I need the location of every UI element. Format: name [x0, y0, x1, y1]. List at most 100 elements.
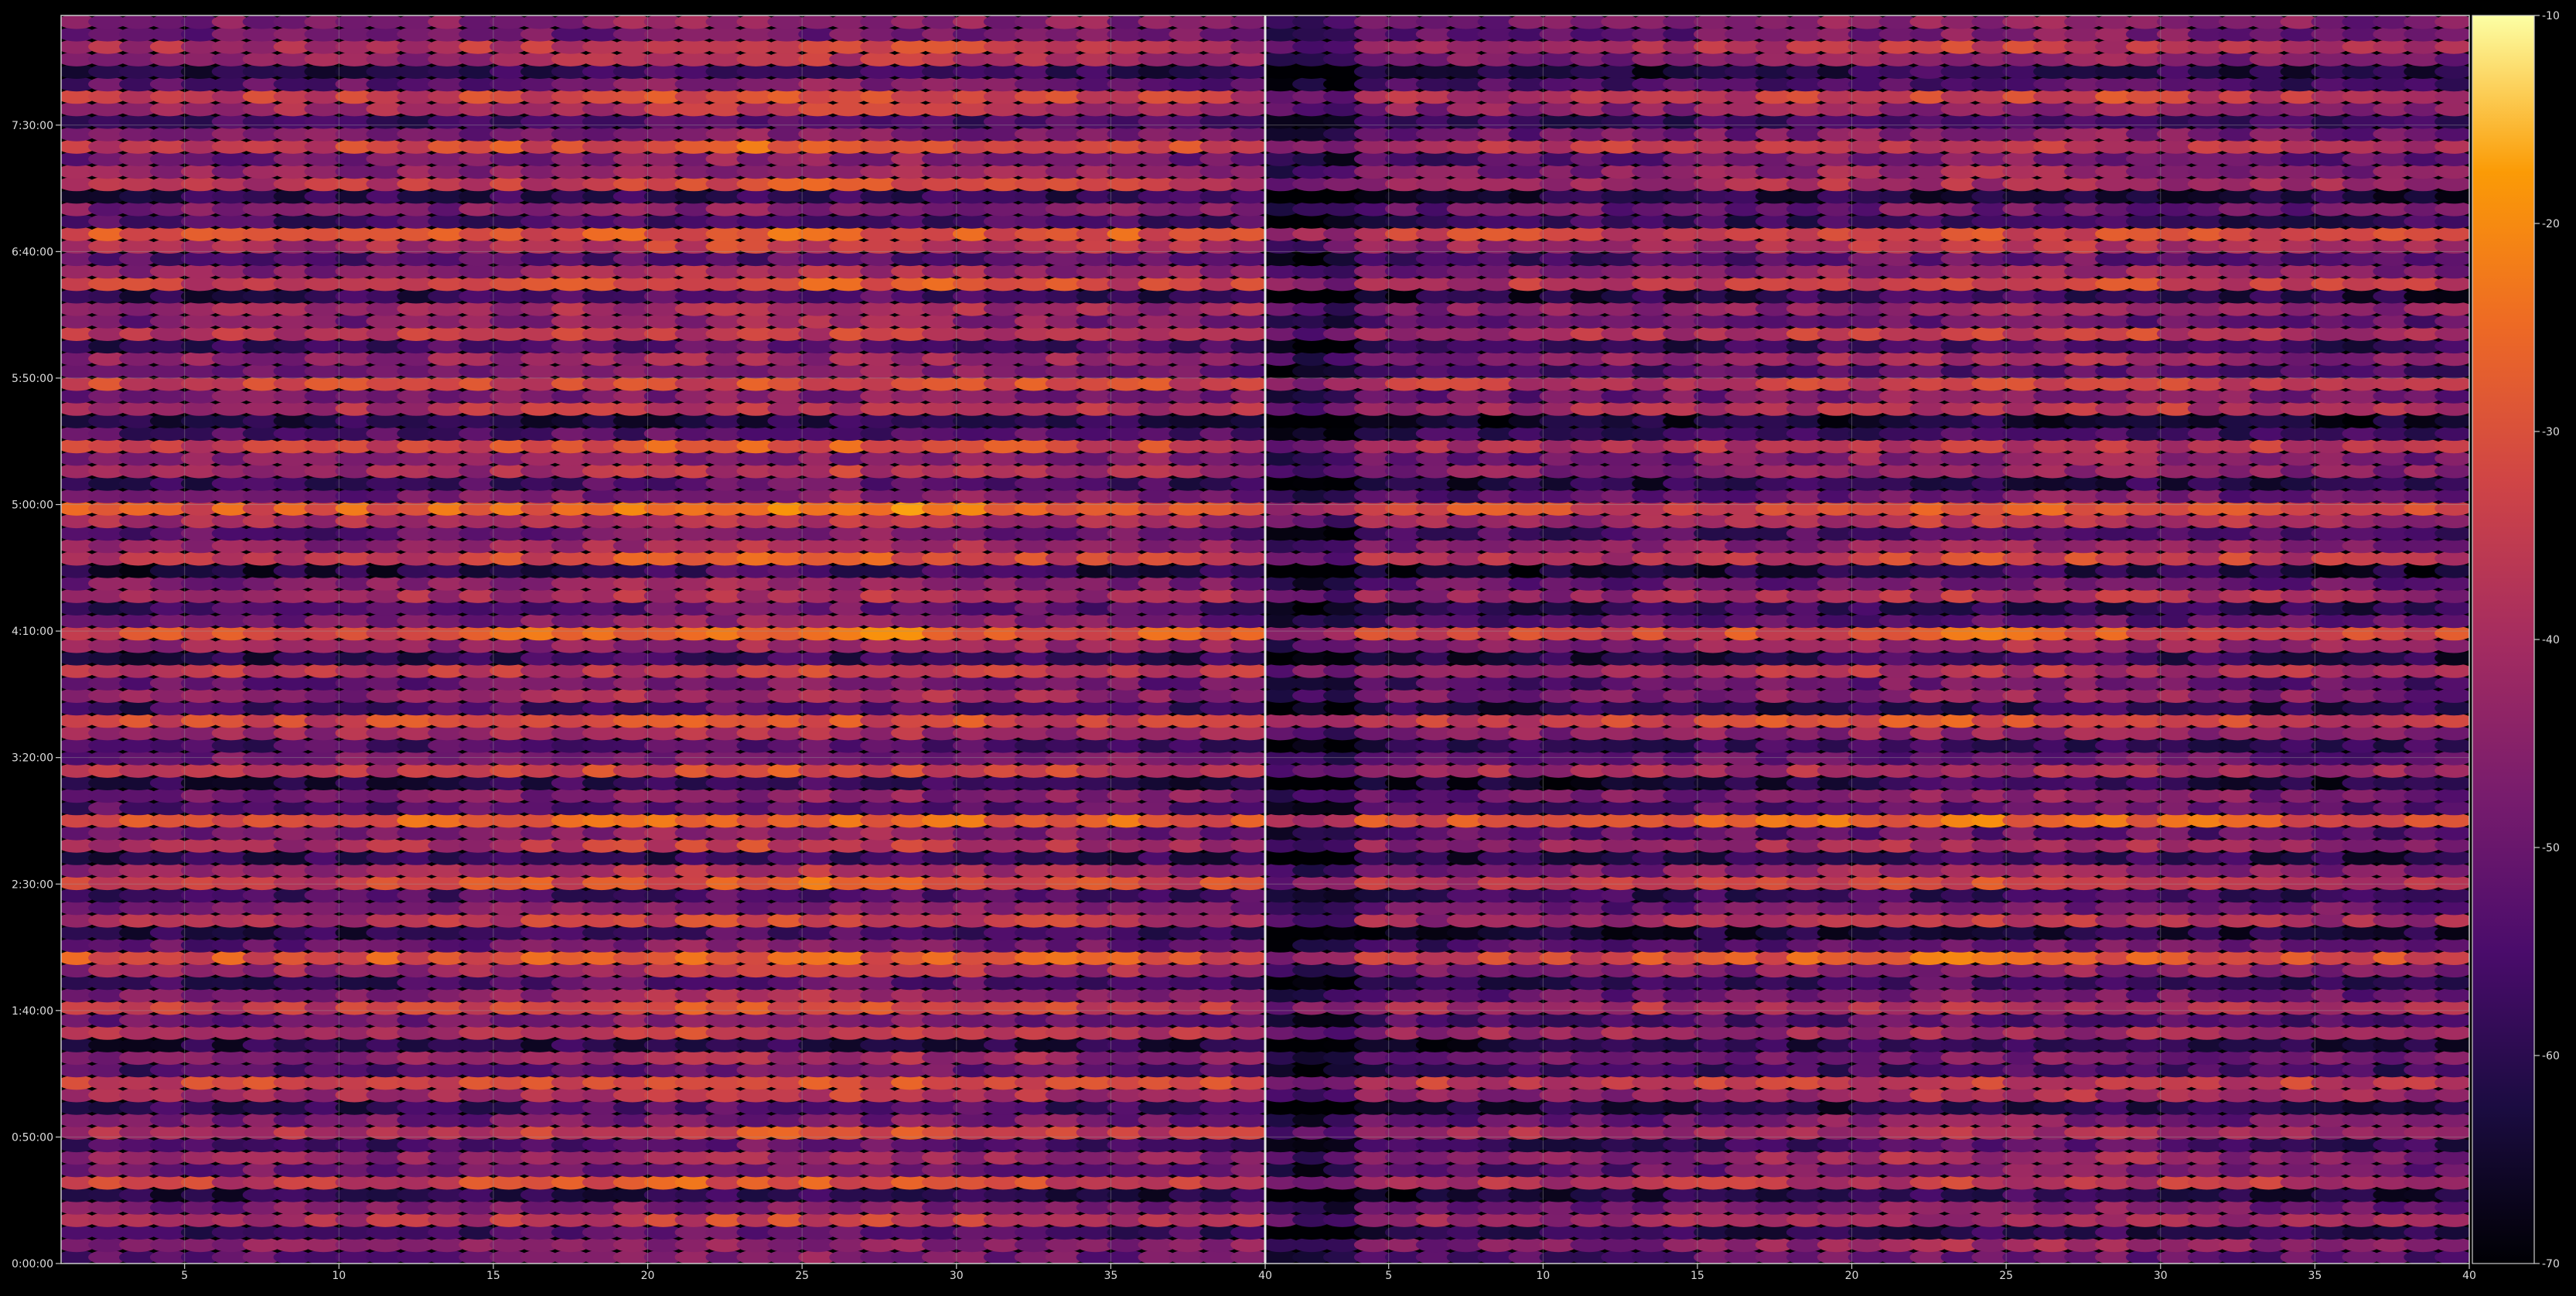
- heat-cell: [1230, 963, 1265, 978]
- heat-cell: [1230, 888, 1265, 903]
- heat-cell: [1230, 288, 1265, 304]
- heat-cell: [1230, 401, 1265, 416]
- heat-cell: [1230, 1200, 1265, 1215]
- heat-cell: [1230, 1150, 1265, 1165]
- heat-cell: [2434, 1200, 2469, 1215]
- heat-cell: [1230, 837, 1265, 853]
- heat-cell: [2434, 1062, 2469, 1078]
- heat-cell: [1230, 26, 1265, 42]
- heat-cell: [1230, 701, 1265, 716]
- heat-cell: [2434, 1250, 2469, 1264]
- heat-cell: [1230, 713, 1265, 728]
- heat-cell: [1230, 438, 1265, 454]
- heat-cell: [1230, 763, 1265, 778]
- heat-cell: [1230, 663, 1265, 678]
- heat-cell: [1230, 1250, 1265, 1264]
- heat-cell: [1230, 738, 1265, 753]
- heat-cell: [1230, 563, 1265, 578]
- heat-cell: [1230, 1237, 1265, 1253]
- heat-cell: [2434, 963, 2469, 978]
- heat-cell: [1230, 975, 1265, 991]
- heatmap-svg: 5 10 15 20 25 30 35 40 5 10 15 20 25 30 35 40 0:00:000:…: [12, 10, 2560, 1282]
- heat-cell: [1230, 501, 1265, 516]
- heat-cell: [1230, 1100, 1265, 1115]
- heat-cell: [1230, 1050, 1265, 1066]
- heat-cell: [1230, 176, 1265, 192]
- heat-cell: [1230, 1062, 1265, 1078]
- heat-cell: [1230, 912, 1265, 928]
- heat-cell: [1230, 1212, 1265, 1227]
- heat-cell: [1230, 276, 1265, 292]
- heat-cell: [1230, 1137, 1265, 1153]
- heat-cell: [1230, 463, 1265, 479]
- heat-cell: [1230, 987, 1265, 1003]
- heat-cell: [1230, 189, 1265, 204]
- heat-cell: [2434, 925, 2469, 940]
- heat-cell: [1230, 1113, 1265, 1127]
- heat-cell: [1230, 388, 1265, 404]
- heat-cell: [1230, 351, 1265, 367]
- heat-cell: [2434, 1050, 2469, 1066]
- heat-cell: [1230, 1162, 1265, 1178]
- heat-cell: [1230, 813, 1265, 828]
- heat-cell: [1230, 626, 1265, 641]
- heat-cell: [1230, 688, 1265, 703]
- heat-cell: [1230, 538, 1265, 554]
- heat-cell: [2434, 1175, 2469, 1190]
- heatmap-panel-left: [61, 15, 1265, 1264]
- heat-cell: [1230, 601, 1265, 616]
- heat-cell: [1230, 750, 1265, 766]
- heat-cell: [1230, 851, 1265, 865]
- heat-cell: [1230, 725, 1265, 741]
- heat-cell: [2434, 1012, 2469, 1028]
- heat-cell: [1230, 1075, 1265, 1090]
- heat-cell: [1230, 52, 1265, 67]
- heat-cell: [1230, 938, 1265, 953]
- heat-cell: [2434, 1237, 2469, 1253]
- heat-cell: [1230, 414, 1265, 428]
- heat-cell: [2434, 1113, 2469, 1127]
- heat-cell: [1230, 152, 1265, 166]
- heat-cell: [1230, 800, 1265, 816]
- heat-cell: [1230, 1125, 1265, 1140]
- heat-cell: [1230, 376, 1265, 391]
- heat-cell: [1230, 89, 1265, 104]
- heat-cell: [2434, 1212, 2469, 1227]
- heat-cell: [1230, 551, 1265, 566]
- heat-cell: [1230, 676, 1265, 691]
- heat-cell: [1230, 314, 1265, 329]
- heat-cell: [1230, 1000, 1265, 1015]
- heat-cell: [2434, 1162, 2469, 1178]
- heat-cell: [1230, 613, 1265, 629]
- heat-cell: [2434, 987, 2469, 1003]
- heat-cell: [1230, 77, 1265, 92]
- heat-cell: [1230, 489, 1265, 503]
- heat-cell: [1230, 875, 1265, 891]
- heat-cell: [1230, 164, 1265, 179]
- heat-cell: [1230, 1025, 1265, 1040]
- heat-cell: [1230, 326, 1265, 341]
- heat-cell: [2434, 938, 2469, 953]
- heat-cell: [1230, 39, 1265, 54]
- heat-cell: [1230, 526, 1265, 541]
- heatmap-chart: 5 10 15 20 25 30 35 40 5 10 15 20 25 30 35 40 0:00:00 0:…: [0, 0, 2576, 1293]
- heat-cell: [1230, 201, 1265, 217]
- heat-cell: [1230, 426, 1265, 442]
- heat-cell: [2434, 1000, 2469, 1015]
- heat-cell: [1230, 1175, 1265, 1190]
- heat-cell: [1230, 638, 1265, 653]
- heat-cell: [2434, 1225, 2469, 1240]
- heat-cell: [1230, 1087, 1265, 1103]
- heat-cell: [1230, 788, 1265, 803]
- heat-cell: [1230, 588, 1265, 603]
- heat-cell: [2434, 1137, 2469, 1153]
- heat-cell: [1230, 925, 1265, 940]
- heat-cell: [1230, 139, 1265, 154]
- heat-cell: [1230, 339, 1265, 354]
- heat-cell: [2434, 1150, 2469, 1165]
- heat-cell: [1230, 650, 1265, 666]
- heat-cell: [1230, 825, 1265, 841]
- heat-cell: [1230, 1187, 1265, 1202]
- heat-cell: [1230, 126, 1265, 142]
- heat-cell: [1230, 64, 1265, 79]
